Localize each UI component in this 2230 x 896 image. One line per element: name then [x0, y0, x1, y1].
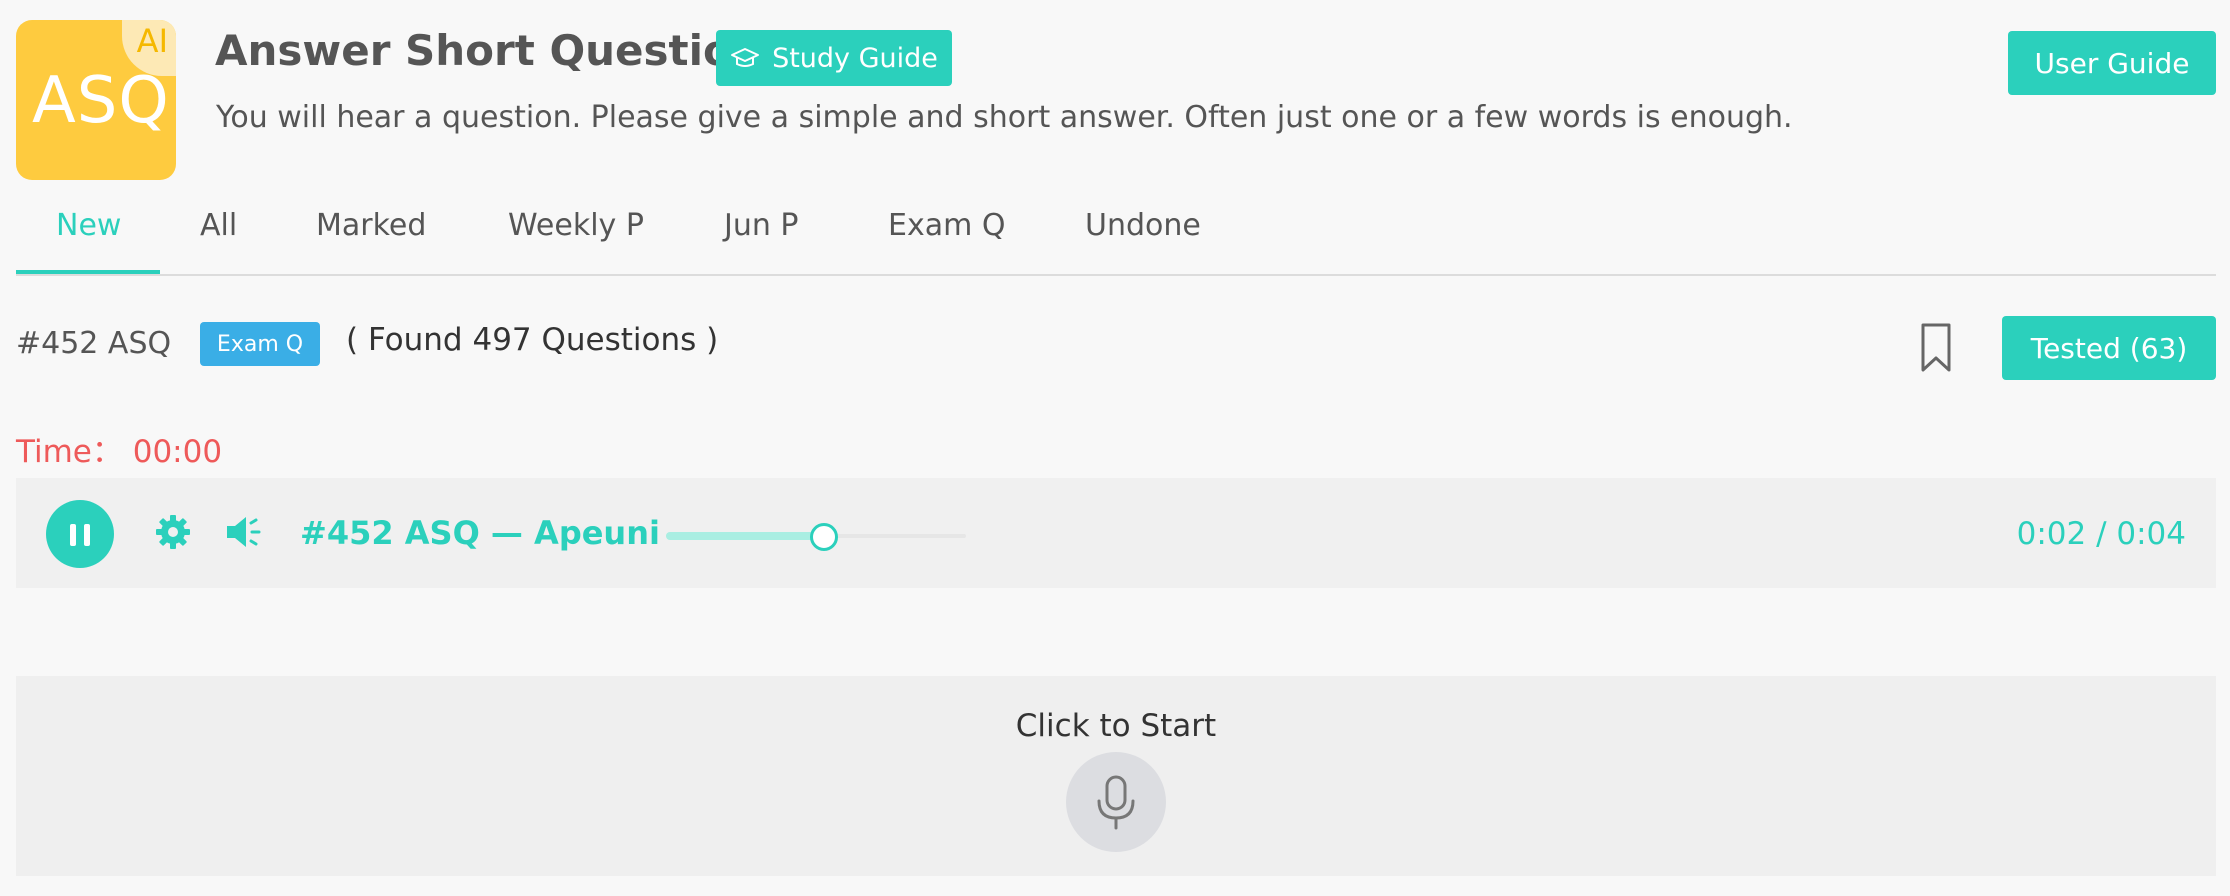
- page-title: Answer Short Question: [215, 26, 762, 75]
- tab-new[interactable]: New: [56, 208, 121, 243]
- active-tab-indicator: [16, 270, 160, 274]
- study-guide-label: Study Guide: [772, 42, 938, 74]
- click-to-start-label: Click to Start: [1015, 708, 1217, 744]
- study-guide-button[interactable]: Study Guide: [716, 30, 952, 86]
- tab-undone[interactable]: Undone: [1085, 208, 1201, 243]
- logo-ai-badge: AI: [136, 22, 168, 60]
- tab-weekly-p[interactable]: Weekly P: [508, 208, 644, 243]
- record-area: Click to Start: [16, 676, 2216, 876]
- page: AI ASQ Answer Short Question Study Guide…: [0, 0, 2230, 896]
- found-count: ( Found 497 Questions ): [346, 322, 719, 358]
- tab-all[interactable]: All: [200, 208, 237, 243]
- track-title: #452 ASQ — Apeuni: [300, 514, 660, 552]
- user-guide-button[interactable]: User Guide: [2008, 31, 2216, 95]
- question-id: #452 ASQ: [16, 326, 172, 361]
- page-subtitle: You will hear a question. Please give a …: [216, 100, 1793, 135]
- gear-icon[interactable]: [153, 512, 193, 552]
- asq-logo: AI ASQ: [16, 20, 176, 180]
- tab-bar: New All Marked Weekly P Jun P Exam Q Und…: [16, 196, 2216, 276]
- timer: Time： 00:00: [16, 434, 223, 470]
- tab-jun-p[interactable]: Jun P: [724, 208, 799, 243]
- progress-fill: [666, 532, 824, 540]
- tab-marked[interactable]: Marked: [316, 208, 426, 243]
- audio-player: #452 ASQ — Apeuni 0:02 / 0:04: [16, 478, 2216, 588]
- time-display: 0:02 / 0:04: [2016, 516, 2186, 552]
- progress-bar[interactable]: [666, 523, 966, 551]
- logo-text: ASQ: [32, 64, 170, 138]
- microphone-icon: [1097, 775, 1135, 830]
- speaker-icon[interactable]: [224, 512, 268, 552]
- graduation-cap-icon: [731, 48, 760, 67]
- exam-q-badge: Exam Q: [200, 322, 320, 366]
- tested-button[interactable]: Tested (63): [2002, 316, 2216, 380]
- tab-exam-q[interactable]: Exam Q: [888, 208, 1005, 243]
- progress-knob[interactable]: [809, 523, 838, 551]
- bookmark-icon[interactable]: [1918, 322, 1954, 374]
- pause-button[interactable]: [46, 500, 114, 568]
- record-button[interactable]: [1066, 752, 1166, 852]
